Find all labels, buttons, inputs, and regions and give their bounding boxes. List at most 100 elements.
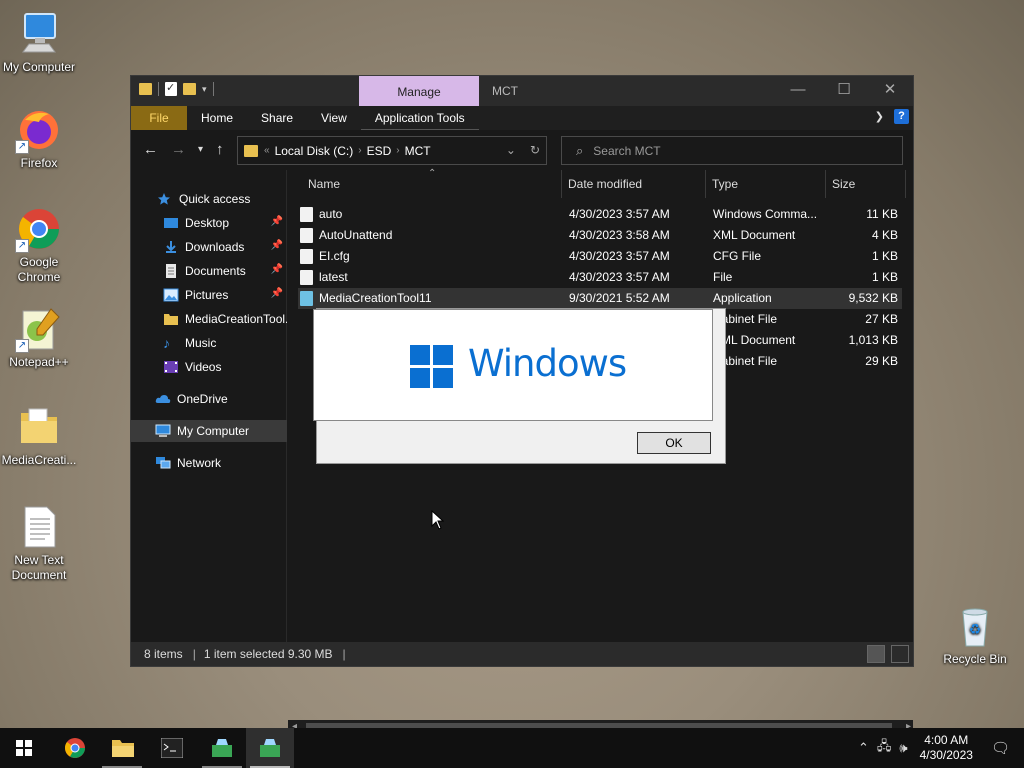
file-type: Cabinet File — [713, 312, 778, 326]
column-header-date-modified[interactable]: Date modified — [562, 170, 706, 198]
desktop-icon-my-computer[interactable]: My Computer — [0, 10, 78, 75]
forward-arrow-icon[interactable]: → — [171, 141, 186, 158]
navigation-bar: ← → ▾ ↑ « Local Disk (C:) › ESD › MCT ⌄ … — [131, 130, 913, 170]
column-header-type[interactable]: Type — [706, 170, 826, 198]
search-box[interactable]: ⌕ Search MCT — [561, 136, 903, 165]
breadcrumb-separator-icon[interactable]: › — [396, 145, 399, 156]
address-bar-controls: ⌄ ↻ — [506, 143, 540, 157]
table-row[interactable]: latest 4/30/2023 3:57 AM File 1 KB — [298, 267, 902, 288]
sidebar-item-quick-access[interactable]: Quick access — [131, 188, 287, 210]
details-view-icon[interactable] — [867, 645, 885, 663]
tab-view[interactable]: View — [307, 106, 361, 130]
desktop-icon-label: Google Chrome — [17, 255, 61, 284]
documents-icon — [163, 264, 179, 278]
shortcut-arrow-icon: ↗ — [15, 339, 29, 353]
sidebar-item-mediacreationtool-folder[interactable]: MediaCreationTool. — [131, 308, 287, 330]
expand-ribbon-icon[interactable]: ❯ — [875, 110, 884, 123]
ribbon-right-controls: ❯ ? — [875, 109, 909, 124]
properties-icon[interactable] — [165, 81, 177, 96]
ok-button[interactable]: OK — [637, 432, 711, 454]
network-status-icon[interactable]: 🖧 — [877, 737, 892, 759]
sidebar-item-desktop[interactable]: Desktop 📌 — [131, 212, 287, 234]
breadcrumb-separator-icon[interactable]: › — [358, 145, 361, 156]
sidebar-item-network[interactable]: Network — [131, 452, 287, 474]
pin-icon[interactable]: 📌 — [271, 288, 283, 299]
maximize-icon[interactable]: ☐ — [821, 76, 867, 106]
desktop-icon-mediacreation-folder[interactable]: MediaCreati... — [0, 403, 78, 468]
pin-icon[interactable]: 📌 — [271, 264, 283, 275]
sidebar-item-label: Downloads — [185, 240, 245, 254]
sort-ascending-icon: ⌃ — [428, 168, 437, 179]
taskbar-chrome[interactable] — [50, 728, 98, 768]
notifications-icon[interactable]: 🗨 — [991, 739, 1010, 757]
terminal-icon — [161, 738, 183, 758]
file-name: latest — [319, 270, 348, 284]
file-size: 29 KB — [865, 354, 898, 368]
start-button[interactable] — [0, 728, 48, 768]
file-size: 11 KB — [866, 207, 898, 221]
up-arrow-icon[interactable]: ↑ — [216, 141, 224, 158]
file-name: auto — [319, 207, 343, 221]
show-hidden-icons-icon[interactable]: ⌃ — [858, 740, 869, 756]
address-dropdown-icon[interactable]: ⌄ — [506, 143, 516, 157]
sidebar-item-videos[interactable]: Videos — [131, 356, 287, 378]
clock-date: 4/30/2023 — [919, 748, 973, 762]
sidebar-item-label: Videos — [185, 360, 222, 374]
tab-file[interactable]: File — [131, 106, 187, 130]
sidebar-item-my-computer[interactable]: My Computer — [131, 420, 287, 442]
taskbar-file-explorer[interactable] — [98, 728, 146, 768]
refresh-icon[interactable]: ↻ — [530, 143, 540, 157]
breadcrumb-local-disk[interactable]: Local Disk (C:) — [275, 144, 354, 158]
taskbar-command-prompt[interactable] — [148, 728, 196, 768]
search-icon: ⌕ — [576, 142, 584, 158]
table-row[interactable]: MediaCreationTool11 9/30/2021 5:52 AM Ap… — [298, 288, 902, 309]
file-size: 1 KB — [871, 249, 898, 263]
file-type: CFG File — [713, 249, 761, 263]
recent-locations-chevron-icon[interactable]: ▾ — [198, 144, 203, 155]
pin-icon[interactable]: 📌 — [271, 240, 283, 251]
desktop-icon-chrome[interactable]: ↗ Google Chrome — [0, 205, 78, 285]
chrome-icon — [65, 738, 85, 758]
pin-icon[interactable]: 📌 — [271, 216, 283, 227]
file-type: XML Document — [713, 333, 796, 347]
sidebar-item-onedrive[interactable]: OneDrive — [131, 388, 287, 410]
tab-home[interactable]: Home — [187, 106, 247, 130]
back-arrow-icon[interactable]: ← — [143, 141, 158, 158]
separator — [158, 82, 159, 96]
close-icon[interactable]: ✕ — [867, 76, 913, 106]
address-bar[interactable]: « Local Disk (C:) › ESD › MCT ⌄ ↻ — [237, 136, 547, 165]
table-row[interactable]: AutoUnattend 4/30/2023 3:58 AM XML Docum… — [298, 225, 902, 246]
volume-icon[interactable]: 🕪 — [899, 740, 907, 756]
sidebar-item-documents[interactable]: Documents 📌 — [131, 260, 287, 282]
desktop-icon-firefox[interactable]: ↗ Firefox — [0, 106, 78, 171]
desktop-icon-recycle-bin[interactable]: ♻ Recycle Bin — [936, 602, 1014, 667]
new-folder-icon[interactable] — [183, 83, 196, 95]
file-date: 4/30/2023 3:57 AM — [569, 270, 670, 284]
file-type: Application — [713, 291, 772, 305]
sidebar-item-pictures[interactable]: Pictures 📌 — [131, 284, 287, 306]
column-header-size[interactable]: Size — [826, 170, 906, 198]
tab-manage[interactable]: Manage — [359, 76, 479, 106]
navigation-pane: Quick access Desktop 📌 Downloads 📌 Docum… — [131, 170, 287, 644]
table-row[interactable]: EI.cfg 4/30/2023 3:57 AM CFG File 1 KB — [298, 246, 902, 267]
large-icons-view-icon[interactable] — [891, 645, 909, 663]
sidebar-item-downloads[interactable]: Downloads 📌 — [131, 236, 287, 258]
tab-application-tools[interactable]: Application Tools — [360, 106, 479, 130]
help-icon[interactable]: ? — [894, 109, 909, 124]
sidebar-item-music[interactable]: ♪ Music — [131, 332, 287, 354]
window-controls: — ☐ ✕ — [775, 76, 913, 106]
breadcrumb-esd[interactable]: ESD — [367, 144, 392, 158]
desktop-icon-new-text-document[interactable]: New Text Document — [0, 503, 78, 583]
desktop-icon-notepadpp[interactable]: ↗ Notepad++ — [0, 305, 78, 370]
breadcrumb-overflow-icon[interactable]: « — [264, 145, 270, 156]
clock[interactable]: 4:00 AM 4/30/2023 — [920, 733, 973, 763]
customize-toolbar-icon[interactable]: ▾ — [202, 84, 207, 95]
tab-share[interactable]: Share — [247, 106, 307, 130]
minimize-icon[interactable]: — — [775, 76, 821, 106]
breadcrumb-mct[interactable]: MCT — [405, 144, 431, 158]
table-row[interactable]: auto 4/30/2023 3:57 AM Windows Comma... … — [298, 204, 902, 225]
taskbar-setup-app[interactable] — [198, 728, 246, 768]
title-bar[interactable]: ▾ Manage MCT — ☐ ✕ — [131, 76, 913, 106]
taskbar-setup-app-active[interactable] — [246, 728, 294, 768]
sidebar-item-label: Network — [177, 456, 222, 470]
